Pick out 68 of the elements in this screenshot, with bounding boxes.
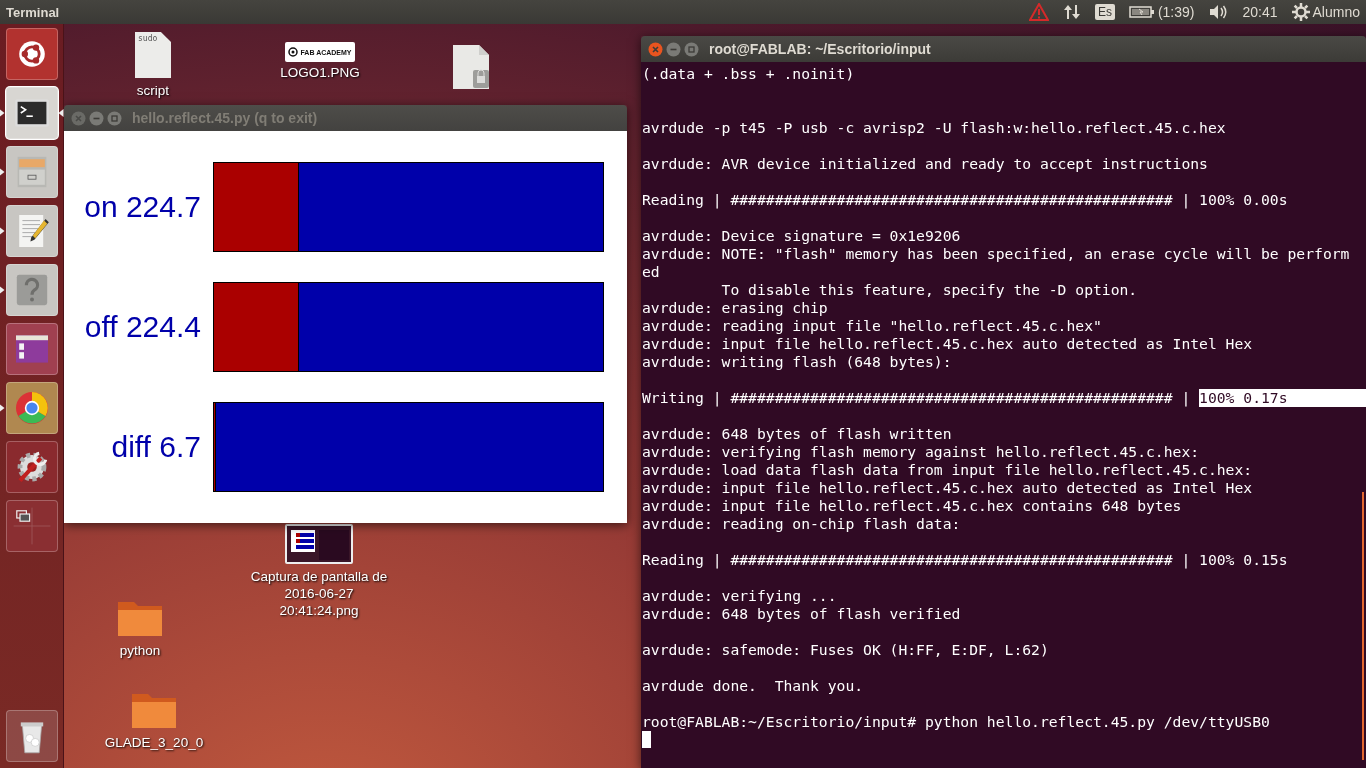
- logo-mark-icon: [288, 47, 299, 57]
- terminal-line: avrdude: NOTE: "flash" memory has been specified, an erase cycle will be perform: [642, 245, 1350, 263]
- terminal-line: avrdude: load data flash data from input file hello.reflect.45.c.hex:: [642, 461, 1253, 479]
- file-name[interactable]: Captura de pantalla de 2016-06-27 20:41:24.png: [249, 568, 389, 619]
- volume-icon[interactable]: [1208, 4, 1229, 20]
- launcher-item[interactable]: [5, 323, 58, 375]
- launcher-item[interactable]: [5, 264, 58, 316]
- terminal-line: avrdude: writing flash (648 bytes):: [642, 353, 952, 371]
- minimize-icon[interactable]: [666, 41, 681, 57]
- terminal-line: avrdude: 648 bytes of flash verified: [642, 605, 961, 623]
- terminal-line: root@FABLAB:~/Escritorio/input# python hello.reflect.45.py /dev/ttyUSB0: [642, 713, 1270, 731]
- terminal-line: avrdude: input file hello.reflect.45.c.hex contains 648 bytes: [642, 497, 1182, 515]
- terminal-line: avrdude: verifying flash memory against hello.reflect.45.c.hex:: [642, 443, 1200, 461]
- text-cursor: [642, 731, 651, 748]
- terminal-line: avrdude: verifying ...: [642, 587, 837, 605]
- terminal-line: avrdude: input file hello.reflect.45.c.hex auto detected as Intel Hex: [642, 479, 1253, 497]
- terminal-line: avrdude done. Thank you.: [642, 677, 864, 695]
- window-title: root@FABLAB: ~/Escritorio/input: [709, 41, 931, 57]
- reading-label: diff 6.7: [110, 430, 202, 464]
- window-title-bar[interactable]: root@FABLAB: ~/Escritorio/input: [641, 36, 1366, 62]
- launcher-item[interactable]: [5, 710, 58, 762]
- launcher-item[interactable]: [5, 87, 58, 139]
- launcher-item[interactable]: [5, 382, 58, 434]
- file-name[interactable]: script: [136, 82, 170, 99]
- terminal-line: avrdude: AVR device initialized and ready to accept instructions: [642, 155, 1208, 173]
- terminal-line: avrdude: safemode: Fuses OK (H:FF, E:DF, L:62): [642, 641, 1049, 659]
- file-name[interactable]: python: [119, 642, 161, 659]
- reading-label: on 224.7: [83, 190, 202, 224]
- scrollbar[interactable]: [1362, 492, 1364, 760]
- terminal-line: avrdude: erasing chip: [642, 299, 828, 317]
- terminal-line: avrdude: reading on-chip flash data:: [642, 515, 961, 533]
- window-title: hello.reflect.45.py (q to exit): [132, 110, 318, 126]
- battery-time[interactable]: (1:39): [1157, 4, 1195, 20]
- clock[interactable]: 20:41: [1242, 4, 1278, 20]
- active-indicator: [58, 109, 64, 117]
- terminal-line: ed: [642, 263, 660, 281]
- network-arrows-icon[interactable]: [1062, 3, 1081, 21]
- terminal-line: To disable this feature, specify the -D option.: [720, 281, 1138, 299]
- screenshot-preview-drawing: [287, 526, 351, 562]
- locked-file-icon[interactable]: [451, 44, 491, 90]
- close-icon[interactable]: [648, 41, 663, 57]
- text-file-icon[interactable]: sudo: [135, 32, 171, 78]
- selected-text: 100% 0.17s: [1199, 389, 1366, 407]
- terminal-line: avrdude: 648 bytes of flash written: [642, 425, 952, 443]
- terminal-line: Reading | ################################################## | 100% 0.00s: [642, 191, 1288, 209]
- settings-icon[interactable]: [1291, 3, 1310, 21]
- file-name[interactable]: GLADE_3_20_0: [104, 734, 204, 751]
- app-name: Terminal: [6, 4, 60, 20]
- launcher-item[interactable]: [5, 146, 58, 198]
- terminal-line: avrdude -p t45 -P usb -c avrisp2 -U flash:w:hello.reflect.45.c.hex: [642, 119, 1226, 137]
- terminal-line: avrdude: input file hello.reflect.45.c.hex auto detected as Intel Hex: [642, 335, 1253, 353]
- terminal-line: Reading | ################################################## | 100% 0.15s: [642, 551, 1288, 569]
- launcher-item[interactable]: [5, 441, 58, 493]
- launcher-item[interactable]: [5, 28, 58, 80]
- terminal-line: (.data + .bss + .noinit): [642, 65, 855, 83]
- file-name[interactable]: LOGO1.PNG: [280, 64, 360, 81]
- terminal-line: Writing | ################################################## |: [642, 389, 1192, 407]
- keyboard-layout-indicator[interactable]: Es: [1094, 4, 1115, 20]
- maximize-icon[interactable]: [684, 41, 699, 57]
- user-name[interactable]: Alumno: [1312, 4, 1360, 20]
- battery-icon[interactable]: [1128, 5, 1155, 19]
- reading-label: off 224.4: [83, 310, 202, 344]
- terminal-line: avrdude: reading input file "hello.reflect.45.c.hex": [642, 317, 1102, 335]
- terminal-line: avrdude: Device signature = 0x1e9206: [642, 227, 961, 245]
- workspace-switcher-icon: [11, 506, 52, 546]
- launcher-item[interactable]: [5, 205, 58, 257]
- file-preview-text: sudo: [138, 34, 158, 43]
- screenshot-thumbnail[interactable]: [285, 524, 353, 564]
